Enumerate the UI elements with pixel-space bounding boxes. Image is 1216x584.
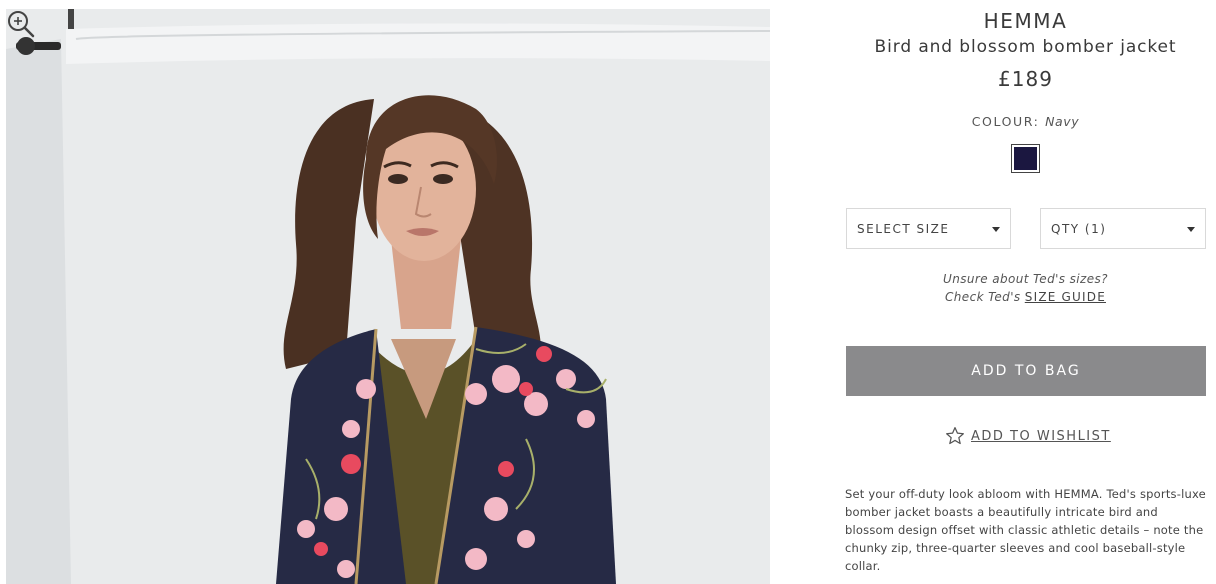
star-outline-icon <box>946 427 964 445</box>
add-to-wishlist-label: ADD TO WISHLIST <box>971 428 1111 444</box>
model-photo <box>6 9 770 584</box>
product-image[interactable] <box>6 9 770 584</box>
size-help-line1: Unsure about Ted's sizes? <box>943 272 1108 286</box>
swatch-fill <box>1014 147 1037 170</box>
chevron-down-icon <box>1187 227 1195 232</box>
quantity-select[interactable]: QTY (1) <box>1040 208 1206 249</box>
product-details-panel: HEMMA Bird and blossom bomber jacket £18… <box>845 0 1206 584</box>
size-select[interactable]: SELECT SIZE <box>846 208 1011 249</box>
quantity-select-label: QTY (1) <box>1051 221 1107 236</box>
add-to-wishlist-link[interactable]: ADD TO WISHLIST <box>945 425 1111 447</box>
colour-row: COLOUR: Navy <box>845 114 1206 129</box>
product-price: £189 <box>998 67 1053 91</box>
size-help: Unsure about Ted's sizes? Check Ted's SI… <box>845 270 1206 306</box>
size-help-prefix: Check Ted's <box>945 290 1021 304</box>
zoom-in-icon[interactable] <box>6 9 36 39</box>
size-guide-link[interactable]: SIZE GUIDE <box>1025 290 1106 304</box>
size-select-label: SELECT SIZE <box>857 221 950 236</box>
colour-value: Navy <box>1045 114 1080 129</box>
colour-swatch-navy[interactable] <box>1011 144 1040 173</box>
chevron-down-icon <box>992 227 1000 232</box>
product-description: Set your off-duty look abloom with HEMMA… <box>845 487 1206 573</box>
add-to-bag-button[interactable]: ADD TO BAG <box>846 346 1206 396</box>
colour-label: COLOUR: <box>971 114 1040 129</box>
size-help-line2: Check Ted's SIZE GUIDE <box>845 288 1206 306</box>
product-name: Bird and blossom bomber jacket <box>874 37 1177 57</box>
product-brand: HEMMA <box>983 9 1068 33</box>
